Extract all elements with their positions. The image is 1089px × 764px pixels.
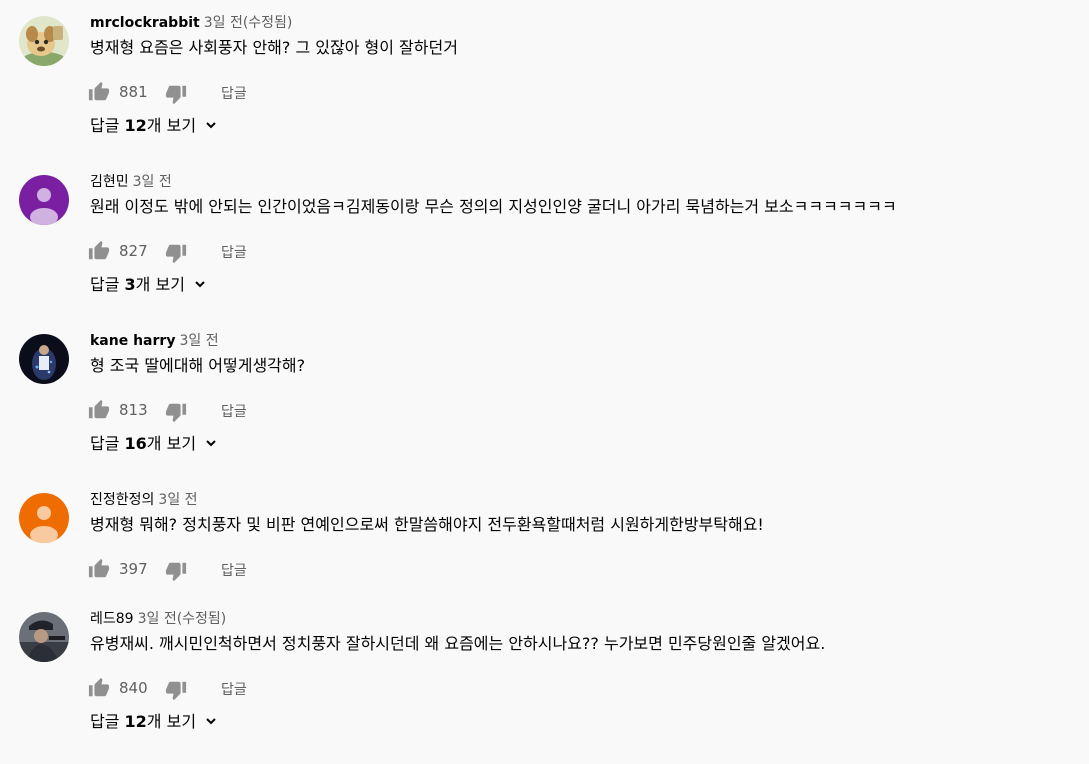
default-user-avatar-icon bbox=[19, 493, 69, 543]
comment-text: 원래 이정도 밖에 안되는 인간이었음ㅋ김제동이랑 무슨 정의의 지성인인양 굴… bbox=[90, 197, 897, 216]
like-count: 397 bbox=[119, 560, 148, 578]
replies-prefix: 답글 bbox=[90, 712, 125, 731]
like-count: 881 bbox=[119, 83, 148, 101]
thumbs-down-icon[interactable] bbox=[165, 242, 187, 264]
view-replies-button[interactable]: 답글 12개 보기 bbox=[90, 114, 217, 138]
chevron-down-icon bbox=[206, 717, 216, 724]
photo-avatar-icon bbox=[19, 334, 69, 384]
like-count: 813 bbox=[119, 401, 148, 419]
author-name[interactable]: mrclockrabbit bbox=[90, 15, 200, 31]
author-name[interactable]: 김현민 bbox=[90, 174, 129, 190]
replies-suffix: 개 보기 bbox=[146, 434, 197, 453]
replies-count: 16 bbox=[124, 434, 147, 453]
like-count: 840 bbox=[119, 679, 148, 697]
thumbs-up-icon[interactable] bbox=[88, 399, 110, 421]
comment-text: 병재형 요즘은 사회풍자 안해? 그 있잖아 형이 잘하던거 bbox=[90, 38, 458, 57]
comment-header: 김현민 3일 전 bbox=[90, 172, 172, 192]
thumbs-up-icon[interactable] bbox=[88, 558, 110, 580]
author-name[interactable]: 레드89 bbox=[90, 611, 134, 627]
like-count: 827 bbox=[119, 242, 148, 260]
replies-prefix: 답글 bbox=[90, 434, 125, 453]
thumbs-up-icon[interactable] bbox=[88, 677, 110, 699]
reply-button[interactable]: 답글 bbox=[221, 243, 247, 263]
comment-text: 유병재씨. 깨시민인척하면서 정치풍자 잘하시던데 왜 요즘에는 안하시나요??… bbox=[90, 634, 826, 653]
comment-text: 병재형 뭐해? 정치풍자 및 비판 연예인으로써 한말씀해야지 전두환욕할때처럼… bbox=[90, 515, 764, 534]
thumbs-down-icon[interactable] bbox=[165, 401, 187, 423]
comment-actions: 813 답글 bbox=[88, 399, 388, 423]
chevron-down-icon bbox=[195, 280, 205, 287]
author-name[interactable]: kane harry bbox=[90, 333, 175, 349]
replies-count: 12 bbox=[124, 116, 147, 135]
view-replies-button[interactable]: 답글 12개 보기 bbox=[90, 710, 217, 734]
comment-text: 형 조국 딸에대해 어떻게생각해? bbox=[90, 356, 306, 375]
replies-suffix: 개 보기 bbox=[135, 275, 185, 294]
comment-time[interactable]: 3일 전 bbox=[133, 174, 172, 190]
reply-button[interactable]: 답글 bbox=[221, 402, 247, 422]
comment-time[interactable]: 3일 전(수정됨) bbox=[138, 611, 227, 627]
replies-count: 3 bbox=[124, 275, 136, 294]
comment-actions: 840 답글 bbox=[88, 677, 388, 701]
replies-prefix: 답글 bbox=[90, 116, 125, 135]
cartoon-dog-avatar-icon bbox=[19, 16, 69, 66]
thumbs-up-icon[interactable] bbox=[88, 81, 110, 103]
reply-button[interactable]: 답글 bbox=[221, 561, 247, 581]
replies-count: 12 bbox=[124, 712, 147, 731]
comment-time[interactable]: 3일 전(수정됨) bbox=[204, 15, 293, 31]
photo-avatar-icon bbox=[19, 612, 69, 662]
comment-actions: 827 답글 bbox=[88, 240, 388, 264]
avatar[interactable] bbox=[19, 334, 69, 384]
thumbs-up-icon[interactable] bbox=[88, 240, 110, 262]
thumbs-down-icon[interactable] bbox=[165, 560, 187, 582]
replies-suffix: 개 보기 bbox=[146, 712, 197, 731]
thumbs-down-icon[interactable] bbox=[165, 83, 187, 105]
comment-time[interactable]: 3일 전 bbox=[158, 492, 197, 508]
replies-prefix: 답글 bbox=[90, 275, 125, 294]
comment-time[interactable]: 3일 전 bbox=[179, 333, 218, 349]
avatar[interactable] bbox=[19, 493, 69, 543]
comment-header: mrclockrabbit 3일 전(수정됨) bbox=[90, 13, 292, 33]
avatar[interactable] bbox=[19, 175, 69, 225]
thumbs-down-icon[interactable] bbox=[165, 679, 187, 701]
view-replies-button[interactable]: 답글 16개 보기 bbox=[90, 432, 217, 456]
comment-header: kane harry 3일 전 bbox=[90, 331, 219, 351]
view-replies-button[interactable]: 답글 3개 보기 bbox=[90, 273, 206, 297]
reply-button[interactable]: 답글 bbox=[221, 680, 247, 700]
chevron-down-icon bbox=[206, 439, 216, 446]
comment-header: 진정한정의 3일 전 bbox=[90, 490, 198, 510]
comment-actions: 397 답글 bbox=[88, 558, 388, 582]
replies-suffix: 개 보기 bbox=[146, 116, 197, 135]
avatar[interactable] bbox=[19, 612, 69, 662]
reply-button[interactable]: 답글 bbox=[221, 84, 247, 104]
avatar[interactable] bbox=[19, 16, 69, 66]
author-name[interactable]: 진정한정의 bbox=[90, 492, 154, 508]
default-user-avatar-icon bbox=[19, 175, 69, 225]
comment-header: 레드89 3일 전(수정됨) bbox=[90, 609, 226, 629]
comment-actions: 881 답글 bbox=[88, 81, 388, 105]
chevron-down-icon bbox=[206, 121, 216, 128]
